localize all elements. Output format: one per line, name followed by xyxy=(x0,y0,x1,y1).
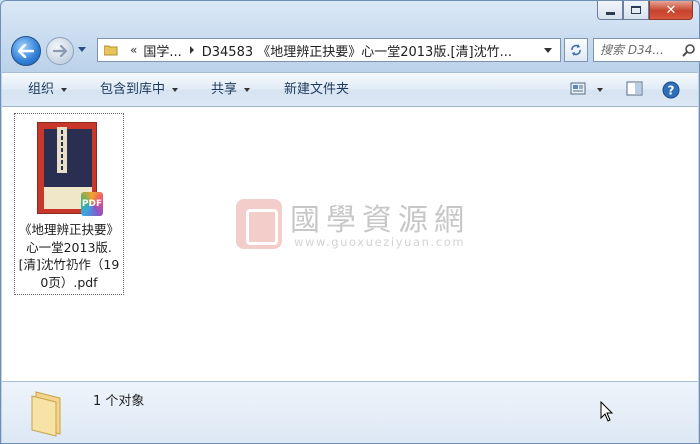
address-bar[interactable]: « 国学... D34583 《地理辨正抉要》心一堂2013版.[清]沈竹... xyxy=(97,38,561,62)
search-box[interactable] xyxy=(593,38,700,62)
chevron-down-icon xyxy=(172,87,179,92)
recent-pages-dropdown[interactable] xyxy=(78,47,86,52)
close-button[interactable]: ✕ xyxy=(649,1,693,20)
new-folder-label: 新建文件夹 xyxy=(284,82,350,97)
minimize-button[interactable] xyxy=(597,1,623,20)
breadcrumb-guoxue[interactable]: 国学... xyxy=(143,41,181,60)
watermark: 國學資源網 www.guoxueziyuan.com xyxy=(236,195,496,255)
organize-label: 组织 xyxy=(28,82,55,97)
back-arrow-icon xyxy=(18,44,34,58)
organize-button[interactable]: 组织 xyxy=(28,73,68,106)
new-folder-button[interactable]: 新建文件夹 xyxy=(284,73,349,106)
change-view-icon[interactable] xyxy=(570,81,588,97)
refresh-button[interactable] xyxy=(564,38,588,62)
view-options-dropdown-icon[interactable] xyxy=(597,88,603,92)
share-label: 共享 xyxy=(211,82,238,97)
include-in-library-label: 包含到库中 xyxy=(100,82,166,97)
chevron-down-icon xyxy=(244,87,251,92)
folder-icon xyxy=(31,391,61,437)
breadcrumb-separator-icon[interactable] xyxy=(189,46,194,54)
file-item[interactable]: PDF 《地理辨正抉要》心一堂2013版.[清]沈竹礽作（190页）.pdf xyxy=(14,113,124,295)
forward-arrow-icon xyxy=(53,45,67,57)
pdf-file-icon: PDF xyxy=(81,192,103,216)
maximize-button[interactable] xyxy=(623,1,649,20)
share-button[interactable]: 共享 xyxy=(211,73,251,106)
navigation-bar: « 国学... D34583 《地理辨正抉要》心一堂2013版.[清]沈竹... xyxy=(9,34,700,66)
file-name-label[interactable]: 《地理辨正抉要》心一堂2013版.[清]沈竹礽作（190页）.pdf xyxy=(15,221,123,291)
include-in-library-button[interactable]: 包含到库中 xyxy=(100,73,179,106)
explorer-window: ✕ « 国学... D34583 《地理辨正抉要》心一堂2013版.[清]沈竹.… xyxy=(0,0,700,444)
back-button[interactable] xyxy=(11,36,41,66)
search-icon[interactable] xyxy=(682,43,696,57)
file-list-pane[interactable]: PDF 《地理辨正抉要》心一堂2013版.[清]沈竹礽作（190页）.pdf 國… xyxy=(2,107,698,381)
search-input[interactable] xyxy=(600,43,682,57)
forward-button[interactable] xyxy=(46,37,74,65)
refresh-icon xyxy=(571,44,581,56)
address-overflow-chevron[interactable]: « xyxy=(130,43,137,57)
pdf-badge-label: PDF xyxy=(81,199,103,209)
details-pane: 1 个对象 xyxy=(2,381,698,443)
watermark-url: www.guoxueziyuan.com xyxy=(294,235,466,249)
minimize-icon xyxy=(605,11,615,15)
breadcrumb-current-folder[interactable]: D34583 《地理辨正抉要》心一堂2013版.[清]沈竹... xyxy=(202,41,536,60)
caption-buttons: ✕ xyxy=(597,1,693,20)
close-icon: ✕ xyxy=(665,2,677,18)
help-icon[interactable]: ? xyxy=(662,81,680,99)
mouse-cursor-icon xyxy=(600,401,614,422)
command-bar: 组织 包含到库中 共享 新建文件夹 ? xyxy=(2,72,698,107)
svg-text:?: ? xyxy=(668,84,675,98)
watermark-title: 國學資源網 xyxy=(290,203,470,238)
maximize-icon xyxy=(631,6,641,14)
item-count: 1 个对象 xyxy=(93,394,145,409)
chevron-down-icon xyxy=(61,87,68,92)
seal-logo-icon xyxy=(236,199,282,249)
folder-icon xyxy=(104,45,118,56)
preview-pane-icon[interactable] xyxy=(626,81,644,97)
address-dropdown-icon[interactable] xyxy=(544,47,552,53)
